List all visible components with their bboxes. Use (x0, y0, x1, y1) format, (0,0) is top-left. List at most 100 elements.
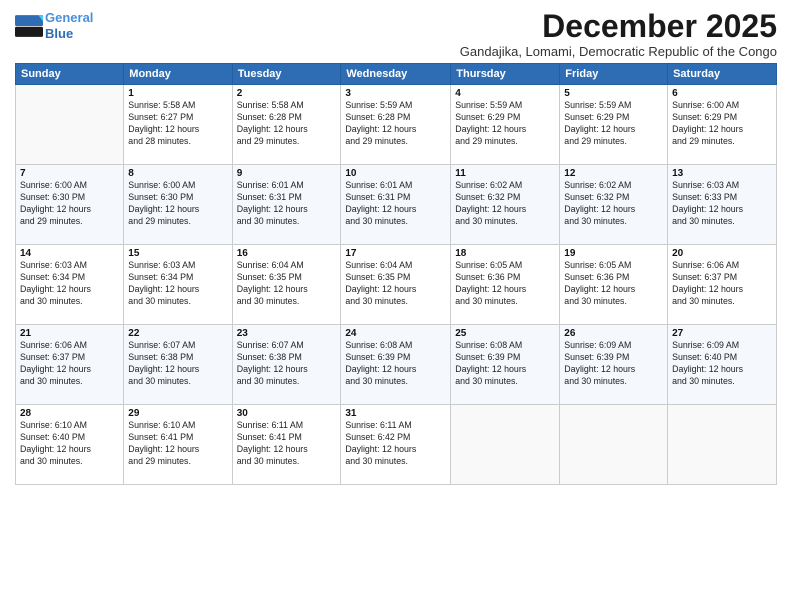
day-number: 20 (672, 248, 772, 259)
day-number: 3 (345, 88, 446, 99)
calendar-cell: 24Sunrise: 6:08 AM Sunset: 6:39 PM Dayli… (341, 325, 451, 405)
calendar-cell: 2Sunrise: 5:58 AM Sunset: 6:28 PM Daylig… (232, 85, 341, 165)
calendar-cell: 22Sunrise: 6:07 AM Sunset: 6:38 PM Dayli… (124, 325, 232, 405)
day-info: Sunrise: 6:09 AM Sunset: 6:40 PM Dayligh… (672, 340, 772, 388)
day-number: 22 (128, 328, 227, 339)
col-header-monday: Monday (124, 64, 232, 85)
header: General Blue December 2025 Gandajika, Lo… (15, 10, 777, 59)
day-info: Sunrise: 6:09 AM Sunset: 6:39 PM Dayligh… (564, 340, 663, 388)
day-number: 31 (345, 408, 446, 419)
day-number: 9 (237, 168, 337, 179)
day-info: Sunrise: 6:08 AM Sunset: 6:39 PM Dayligh… (345, 340, 446, 388)
day-number: 19 (564, 248, 663, 259)
calendar-cell: 17Sunrise: 6:04 AM Sunset: 6:35 PM Dayli… (341, 245, 451, 325)
day-number: 18 (455, 248, 555, 259)
week-row-4: 21Sunrise: 6:06 AM Sunset: 6:37 PM Dayli… (16, 325, 777, 405)
day-info: Sunrise: 6:00 AM Sunset: 6:29 PM Dayligh… (672, 100, 772, 148)
col-header-friday: Friday (560, 64, 668, 85)
calendar-cell (451, 405, 560, 485)
week-row-2: 7Sunrise: 6:00 AM Sunset: 6:30 PM Daylig… (16, 165, 777, 245)
calendar-cell: 15Sunrise: 6:03 AM Sunset: 6:34 PM Dayli… (124, 245, 232, 325)
day-info: Sunrise: 6:07 AM Sunset: 6:38 PM Dayligh… (128, 340, 227, 388)
day-info: Sunrise: 6:04 AM Sunset: 6:35 PM Dayligh… (345, 260, 446, 308)
day-number: 8 (128, 168, 227, 179)
day-number: 24 (345, 328, 446, 339)
calendar-table: SundayMondayTuesdayWednesdayThursdayFrid… (15, 63, 777, 485)
calendar-cell: 8Sunrise: 6:00 AM Sunset: 6:30 PM Daylig… (124, 165, 232, 245)
week-row-5: 28Sunrise: 6:10 AM Sunset: 6:40 PM Dayli… (16, 405, 777, 485)
calendar-cell: 31Sunrise: 6:11 AM Sunset: 6:42 PM Dayli… (341, 405, 451, 485)
day-number: 29 (128, 408, 227, 419)
day-number: 1 (128, 88, 227, 99)
day-number: 26 (564, 328, 663, 339)
calendar-cell: 30Sunrise: 6:11 AM Sunset: 6:41 PM Dayli… (232, 405, 341, 485)
day-info: Sunrise: 6:00 AM Sunset: 6:30 PM Dayligh… (128, 180, 227, 228)
day-info: Sunrise: 6:06 AM Sunset: 6:37 PM Dayligh… (20, 340, 119, 388)
day-info: Sunrise: 6:03 AM Sunset: 6:34 PM Dayligh… (20, 260, 119, 308)
day-info: Sunrise: 5:59 AM Sunset: 6:28 PM Dayligh… (345, 100, 446, 148)
day-number: 25 (455, 328, 555, 339)
calendar-cell: 10Sunrise: 6:01 AM Sunset: 6:31 PM Dayli… (341, 165, 451, 245)
calendar-cell (560, 405, 668, 485)
logo-blue: Blue (45, 26, 73, 41)
col-header-tuesday: Tuesday (232, 64, 341, 85)
day-number: 14 (20, 248, 119, 259)
calendar-cell: 5Sunrise: 5:59 AM Sunset: 6:29 PM Daylig… (560, 85, 668, 165)
calendar-cell: 16Sunrise: 6:04 AM Sunset: 6:35 PM Dayli… (232, 245, 341, 325)
day-info: Sunrise: 6:11 AM Sunset: 6:41 PM Dayligh… (237, 420, 337, 468)
day-number: 21 (20, 328, 119, 339)
week-row-1: 1Sunrise: 5:58 AM Sunset: 6:27 PM Daylig… (16, 85, 777, 165)
week-row-3: 14Sunrise: 6:03 AM Sunset: 6:34 PM Dayli… (16, 245, 777, 325)
calendar-cell: 18Sunrise: 6:05 AM Sunset: 6:36 PM Dayli… (451, 245, 560, 325)
day-number: 7 (20, 168, 119, 179)
day-number: 13 (672, 168, 772, 179)
calendar-cell: 23Sunrise: 6:07 AM Sunset: 6:38 PM Dayli… (232, 325, 341, 405)
calendar-cell: 13Sunrise: 6:03 AM Sunset: 6:33 PM Dayli… (668, 165, 777, 245)
day-number: 2 (237, 88, 337, 99)
day-number: 12 (564, 168, 663, 179)
calendar-cell: 9Sunrise: 6:01 AM Sunset: 6:31 PM Daylig… (232, 165, 341, 245)
col-header-wednesday: Wednesday (341, 64, 451, 85)
calendar-cell (668, 405, 777, 485)
day-number: 4 (455, 88, 555, 99)
header-row: SundayMondayTuesdayWednesdayThursdayFrid… (16, 64, 777, 85)
day-number: 23 (237, 328, 337, 339)
day-info: Sunrise: 6:10 AM Sunset: 6:40 PM Dayligh… (20, 420, 119, 468)
col-header-thursday: Thursday (451, 64, 560, 85)
calendar-cell: 3Sunrise: 5:59 AM Sunset: 6:28 PM Daylig… (341, 85, 451, 165)
day-number: 16 (237, 248, 337, 259)
day-number: 11 (455, 168, 555, 179)
day-info: Sunrise: 5:59 AM Sunset: 6:29 PM Dayligh… (564, 100, 663, 148)
subtitle: Gandajika, Lomami, Democratic Republic o… (460, 44, 777, 59)
day-number: 10 (345, 168, 446, 179)
calendar-cell: 6Sunrise: 6:00 AM Sunset: 6:29 PM Daylig… (668, 85, 777, 165)
day-number: 17 (345, 248, 446, 259)
col-header-sunday: Sunday (16, 64, 124, 85)
logo: General Blue (15, 10, 93, 41)
calendar-cell: 4Sunrise: 5:59 AM Sunset: 6:29 PM Daylig… (451, 85, 560, 165)
calendar-cell: 19Sunrise: 6:05 AM Sunset: 6:36 PM Dayli… (560, 245, 668, 325)
calendar-cell: 12Sunrise: 6:02 AM Sunset: 6:32 PM Dayli… (560, 165, 668, 245)
day-info: Sunrise: 5:58 AM Sunset: 6:28 PM Dayligh… (237, 100, 337, 148)
day-info: Sunrise: 6:02 AM Sunset: 6:32 PM Dayligh… (564, 180, 663, 228)
day-number: 15 (128, 248, 227, 259)
col-header-saturday: Saturday (668, 64, 777, 85)
day-number: 27 (672, 328, 772, 339)
day-info: Sunrise: 5:59 AM Sunset: 6:29 PM Dayligh… (455, 100, 555, 148)
day-info: Sunrise: 6:10 AM Sunset: 6:41 PM Dayligh… (128, 420, 227, 468)
logo-text: General Blue (45, 10, 93, 41)
day-number: 6 (672, 88, 772, 99)
month-title: December 2025 (460, 10, 777, 42)
calendar-cell: 28Sunrise: 6:10 AM Sunset: 6:40 PM Dayli… (16, 405, 124, 485)
calendar-cell: 29Sunrise: 6:10 AM Sunset: 6:41 PM Dayli… (124, 405, 232, 485)
calendar-cell: 1Sunrise: 5:58 AM Sunset: 6:27 PM Daylig… (124, 85, 232, 165)
calendar-cell: 27Sunrise: 6:09 AM Sunset: 6:40 PM Dayli… (668, 325, 777, 405)
calendar-cell (16, 85, 124, 165)
title-block: December 2025 Gandajika, Lomami, Democra… (460, 10, 777, 59)
day-info: Sunrise: 6:05 AM Sunset: 6:36 PM Dayligh… (564, 260, 663, 308)
calendar-cell: 14Sunrise: 6:03 AM Sunset: 6:34 PM Dayli… (16, 245, 124, 325)
day-info: Sunrise: 6:05 AM Sunset: 6:36 PM Dayligh… (455, 260, 555, 308)
day-info: Sunrise: 6:04 AM Sunset: 6:35 PM Dayligh… (237, 260, 337, 308)
day-info: Sunrise: 6:07 AM Sunset: 6:38 PM Dayligh… (237, 340, 337, 388)
day-info: Sunrise: 6:00 AM Sunset: 6:30 PM Dayligh… (20, 180, 119, 228)
